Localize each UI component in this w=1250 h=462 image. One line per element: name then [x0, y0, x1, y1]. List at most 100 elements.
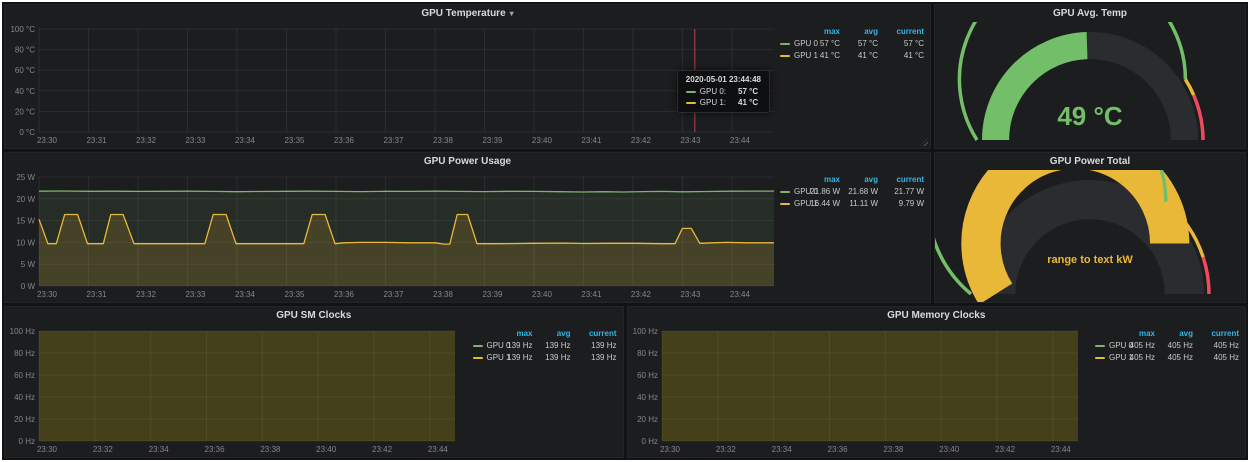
- legend-value: 405 Hz: [1155, 341, 1193, 350]
- svg-text:23:44: 23:44: [730, 136, 751, 145]
- svg-text:20 Hz: 20 Hz: [637, 415, 658, 424]
- svg-text:23:39: 23:39: [482, 136, 503, 145]
- panel-title-gpu-avg-temp[interactable]: GPU Avg. Temp: [935, 5, 1245, 22]
- svg-text:23:40: 23:40: [316, 445, 337, 454]
- legend-header-max[interactable]: max: [798, 27, 840, 36]
- svg-text:23:34: 23:34: [235, 136, 256, 145]
- panel-body: 0 Hz20 Hz40 Hz60 Hz80 Hz100 Hz23:3023:32…: [5, 324, 623, 457]
- series-line-gpu-0: [39, 191, 774, 192]
- legend-table: maxavgcurrentGPU 057 °C57 °C57 °CGPU 141…: [780, 27, 924, 60]
- dashboard-row-2: GPU Power Usage 0 W5 W10 W15 W20 W25 W23…: [4, 152, 1246, 303]
- legend-series-gpu-0[interactable]: GPU 0: [780, 39, 798, 48]
- chart-canvas[interactable]: 0 Hz20 Hz40 Hz60 Hz80 Hz100 Hz23:3023:32…: [7, 324, 461, 456]
- panel-gpu-power-usage: GPU Power Usage 0 W5 W10 W15 W20 W25 W23…: [4, 152, 931, 303]
- legend-value: 41 °C: [878, 51, 924, 60]
- legend-value: 57 °C: [878, 39, 924, 48]
- legend-header-avg[interactable]: avg: [840, 27, 878, 36]
- svg-text:40 Hz: 40 Hz: [14, 393, 35, 402]
- memory-clocks-chart-plot[interactable]: 0 Hz20 Hz40 Hz60 Hz80 Hz100 Hz23:3023:32…: [630, 324, 1084, 456]
- panel-title-gpu-temperature[interactable]: GPU Temperature ▾: [5, 5, 930, 22]
- series-color-dash: [780, 43, 790, 45]
- legend-header-avg[interactable]: avg: [1155, 329, 1193, 338]
- svg-text:23:31: 23:31: [86, 136, 107, 145]
- legend-value: 405 Hz: [1113, 341, 1155, 350]
- sm-clocks-chart-plot[interactable]: 0 Hz20 Hz40 Hz60 Hz80 Hz100 Hz23:3023:32…: [7, 324, 461, 456]
- legend-value: 405 Hz: [1193, 341, 1239, 350]
- tooltip-row: GPU 0: 57 °C: [686, 87, 761, 96]
- legend-series-gpu-1[interactable]: GPU 1: [780, 51, 798, 60]
- chevron-down-icon[interactable]: ▾: [510, 9, 514, 18]
- svg-text:23:40: 23:40: [939, 445, 960, 454]
- svg-text:23:42: 23:42: [631, 290, 652, 299]
- legend-header-avg[interactable]: avg: [840, 175, 878, 184]
- svg-text:23:42: 23:42: [631, 136, 652, 145]
- chart-series: [39, 331, 455, 441]
- svg-text:23:33: 23:33: [185, 290, 206, 299]
- legend-series-gpu-0[interactable]: GPU 0: [1095, 341, 1113, 350]
- axis-tick-labels: 0 °C20 °C40 °C60 °C80 °C100 °C23:3023:31…: [10, 25, 750, 145]
- svg-text:23:39: 23:39: [482, 290, 503, 299]
- panel-title-text: GPU Avg. Temp: [1053, 8, 1127, 19]
- legend-series-gpu-0[interactable]: GPU 0: [780, 187, 798, 196]
- svg-text:23:40: 23:40: [532, 290, 553, 299]
- temperature-chart-plot[interactable]: 2020-05-01 23:44:48 GPU 0: 57 °C GPU 1: …: [7, 22, 780, 147]
- panel-body: 2020-05-01 23:44:48 GPU 0: 57 °C GPU 1: …: [5, 22, 930, 148]
- legend-value: 41 °C: [840, 51, 878, 60]
- svg-text:23:38: 23:38: [433, 290, 454, 299]
- dashboard-row-1: GPU Temperature ▾ 2020-05-01 23:44:48 GP…: [4, 4, 1246, 149]
- series-color-dash: [1095, 345, 1105, 347]
- power-usage-chart-plot[interactable]: 0 W5 W10 W15 W20 W25 W23:3023:3123:3223:…: [7, 170, 780, 301]
- legend-header-avg[interactable]: avg: [533, 329, 571, 338]
- svg-text:23:37: 23:37: [383, 136, 404, 145]
- chart-tooltip: 2020-05-01 23:44:48 GPU 0: 57 °C GPU 1: …: [677, 70, 770, 113]
- legend-value: 16.44 W: [798, 199, 840, 208]
- chart-canvas[interactable]: 0 °C20 °C40 °C60 °C80 °C100 °C23:3023:31…: [7, 22, 780, 147]
- legend-series-gpu-1[interactable]: GPU 1: [473, 353, 491, 362]
- svg-text:23:32: 23:32: [715, 445, 736, 454]
- svg-text:100 Hz: 100 Hz: [632, 327, 657, 336]
- legend-header-current[interactable]: current: [878, 27, 924, 36]
- legend-series-gpu-1[interactable]: GPU 1: [780, 199, 798, 208]
- svg-text:23:43: 23:43: [680, 136, 701, 145]
- panel-body: 0 Hz20 Hz40 Hz60 Hz80 Hz100 Hz23:3023:32…: [628, 324, 1246, 457]
- tooltip-series-label: GPU 1:: [700, 98, 726, 107]
- svg-text:23:35: 23:35: [284, 290, 305, 299]
- svg-text:23:33: 23:33: [185, 136, 206, 145]
- legend-value: 139 Hz: [571, 341, 617, 350]
- legend-value: 57 °C: [840, 39, 878, 48]
- legend-header-current[interactable]: current: [571, 329, 617, 338]
- legend-series-gpu-0[interactable]: GPU 0: [473, 341, 491, 350]
- legend-value: 41 °C: [798, 51, 840, 60]
- legend-header-max[interactable]: max: [798, 175, 840, 184]
- series-color-dash: [780, 55, 790, 57]
- legend-series-gpu-1[interactable]: GPU 1: [1095, 353, 1113, 362]
- svg-text:20 W: 20 W: [16, 195, 35, 204]
- chart-canvas[interactable]: 0 Hz20 Hz40 Hz60 Hz80 Hz100 Hz23:3023:32…: [630, 324, 1084, 456]
- tooltip-series-value: 41 °C: [738, 98, 758, 107]
- legend-table: maxavgcurrentGPU 021.86 W21.68 W21.77 WG…: [780, 175, 924, 208]
- grafana-dashboard: GPU Temperature ▾ 2020-05-01 23:44:48 GP…: [2, 2, 1248, 460]
- legend-value: 405 Hz: [1113, 353, 1155, 362]
- panel-title-gpu-sm-clocks[interactable]: GPU SM Clocks: [5, 307, 623, 324]
- legend-header-current[interactable]: current: [878, 175, 924, 184]
- panel-title-gpu-power-usage[interactable]: GPU Power Usage: [5, 153, 930, 170]
- svg-text:23:38: 23:38: [433, 136, 454, 145]
- panel-title-gpu-power-total[interactable]: GPU Power Total: [935, 153, 1245, 170]
- panel-title-gpu-memory-clocks[interactable]: GPU Memory Clocks: [628, 307, 1246, 324]
- power-total-gauge: range to text kW: [935, 170, 1245, 302]
- tooltip-timestamp: 2020-05-01 23:44:48: [686, 75, 761, 84]
- legend-header-max[interactable]: max: [1113, 329, 1155, 338]
- svg-text:23:34: 23:34: [149, 445, 170, 454]
- legend-header-current[interactable]: current: [1193, 329, 1239, 338]
- legend-value: 21.68 W: [840, 187, 878, 196]
- chart-canvas[interactable]: 0 W5 W10 W15 W20 W25 W23:3023:3123:3223:…: [7, 170, 780, 301]
- series-area-gpu-1: [662, 331, 1078, 441]
- tooltip-series-value: 57 °C: [738, 87, 758, 96]
- temperature-legend: maxavgcurrentGPU 057 °C57 °C57 °CGPU 141…: [780, 22, 926, 147]
- panel-gpu-sm-clocks: GPU SM Clocks 0 Hz20 Hz40 Hz60 Hz80 Hz10…: [4, 306, 624, 458]
- svg-text:23:32: 23:32: [93, 445, 114, 454]
- svg-text:5 W: 5 W: [21, 260, 36, 269]
- svg-text:23:32: 23:32: [136, 290, 157, 299]
- panel-title-text: GPU Memory Clocks: [887, 310, 985, 321]
- legend-header-max[interactable]: max: [491, 329, 533, 338]
